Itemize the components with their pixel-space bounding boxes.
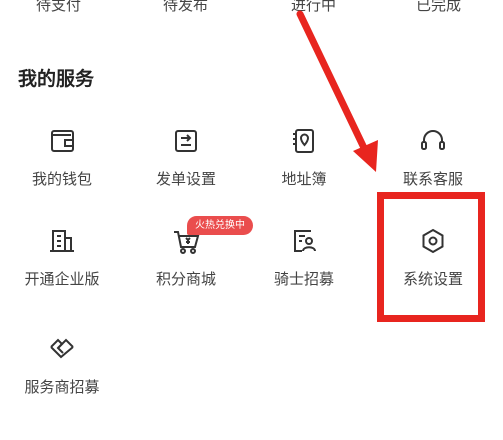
highlight-box <box>377 192 485 322</box>
service-label-order-settings: 发单设置 <box>155 170 216 188</box>
service-label-provider-recruit: 服务商招募 <box>24 378 100 396</box>
building-icon <box>45 224 79 258</box>
service-enterprise[interactable]: 开通企业版 <box>6 224 118 310</box>
status-tab-in-progress[interactable]: 进行中 <box>291 0 336 15</box>
service-rider-recruit[interactable]: 骑士招募 <box>248 224 360 310</box>
send-order-settings-icon <box>169 124 203 158</box>
service-label-rider-recruit: 骑士招募 <box>273 270 334 288</box>
address-book-icon <box>287 124 321 158</box>
service-label-customer-service: 联系客服 <box>402 170 463 188</box>
wallet-icon <box>45 124 79 158</box>
order-status-tabs: 待支付 待发布 进行中 已完成 <box>0 0 503 16</box>
service-address-book[interactable]: 地址簿 <box>248 124 360 210</box>
my-services-title: 我的服务 <box>18 68 95 90</box>
service-wallet[interactable]: 我的钱包 <box>6 124 118 210</box>
service-label-points-mall: 积分商城 <box>155 270 216 288</box>
service-label-address-book: 地址簿 <box>281 170 327 188</box>
service-provider-recruit[interactable]: 服务商招募 <box>6 332 118 418</box>
headset-icon <box>416 124 450 158</box>
status-tab-unpaid[interactable]: 待支付 <box>36 0 81 15</box>
service-label-enterprise: 开通企业版 <box>24 270 100 288</box>
service-order-settings[interactable]: 发单设置 <box>130 124 242 210</box>
handshake-icon <box>45 332 79 366</box>
status-tab-completed[interactable]: 已完成 <box>416 0 461 15</box>
service-points-mall[interactable]: 积分商城 <box>130 224 242 310</box>
rider-recruit-icon <box>287 224 321 258</box>
hot-exchange-badge: 火热兑换中 <box>187 216 253 235</box>
service-label-wallet: 我的钱包 <box>31 170 92 188</box>
status-tab-unpublished[interactable]: 待发布 <box>163 0 208 15</box>
